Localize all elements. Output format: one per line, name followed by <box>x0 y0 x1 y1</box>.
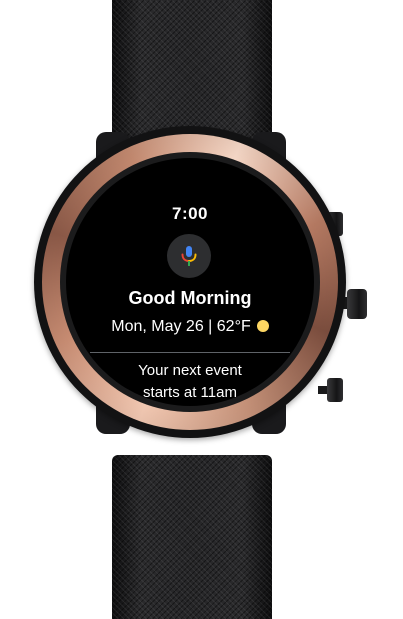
assistant-button[interactable] <box>167 234 211 278</box>
event-line-1: Your next event <box>138 362 242 379</box>
clock-time: 7:00 <box>171 204 209 223</box>
separator: | <box>208 318 213 335</box>
temperature-text: 62°F <box>216 318 251 335</box>
divider <box>90 352 290 353</box>
greeting-text: Good Morning <box>128 288 252 308</box>
event-line-2: starts at 11am <box>143 384 237 401</box>
watch-screen[interactable]: 7:00 Good Morning Mon, May 26 | 62°F You… <box>66 158 314 406</box>
next-event-card[interactable]: Your next event starts at 11am <box>66 360 314 404</box>
date-text: Mon, May 26 <box>111 318 204 335</box>
date-weather-line[interactable]: Mon, May 26 | 62°F <box>66 318 314 336</box>
watch-strap-bottom <box>112 455 272 619</box>
crown-button[interactable] <box>347 289 367 319</box>
sun-icon <box>256 319 269 332</box>
mic-icon <box>181 246 197 266</box>
bottom-pusher-button[interactable] <box>327 378 343 402</box>
